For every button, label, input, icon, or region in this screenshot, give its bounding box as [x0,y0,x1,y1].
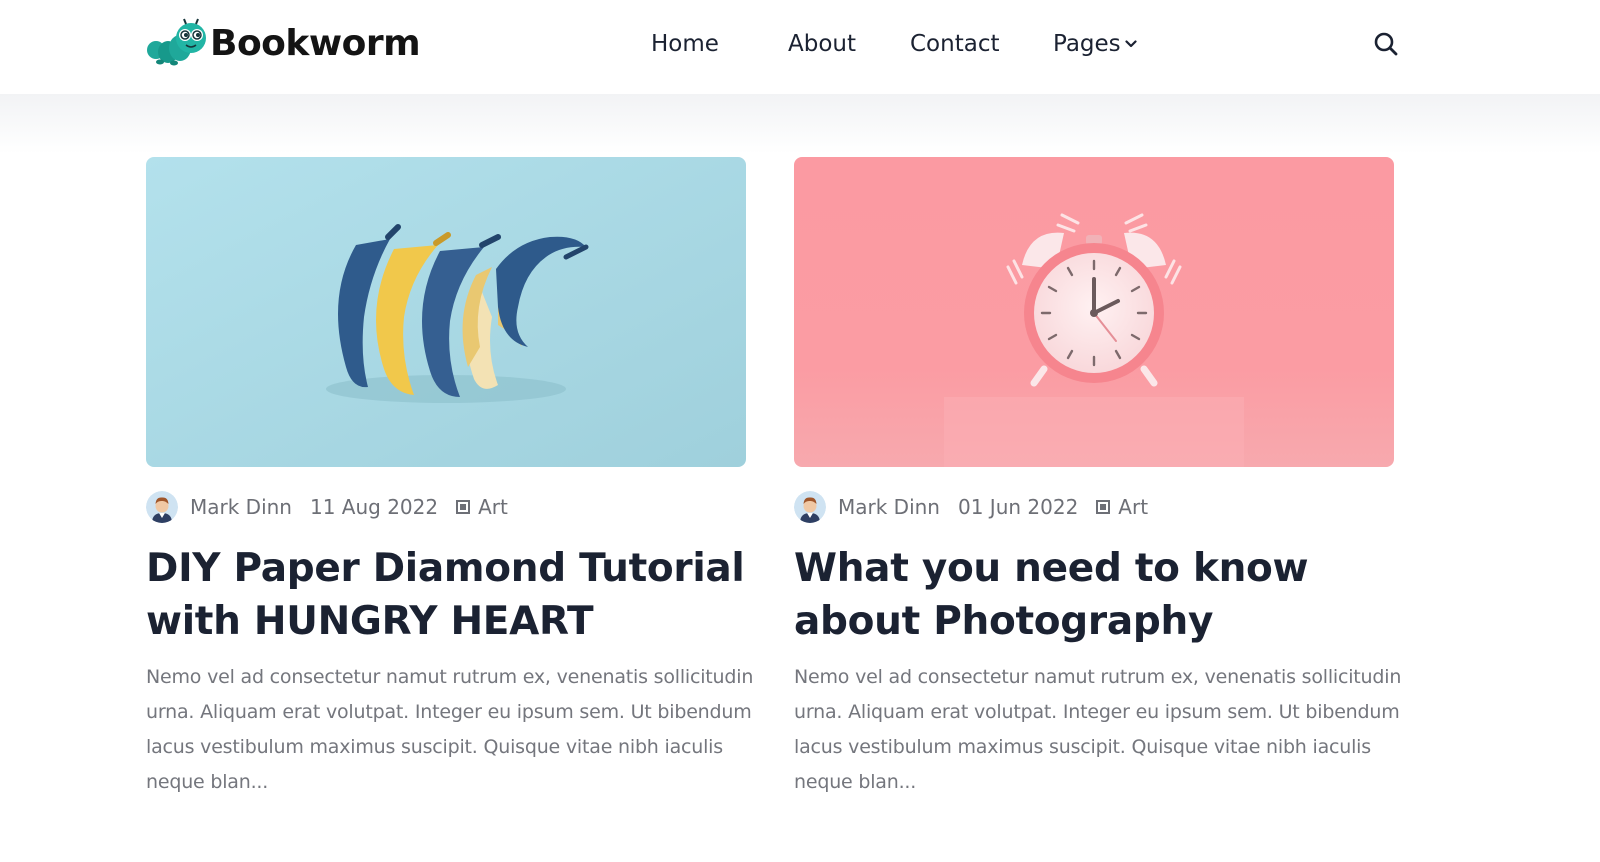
post-image-bananas[interactable] [146,157,746,467]
post-date: 01 Jun 2022 [957,495,1079,519]
author-avatar[interactable] [146,491,178,523]
post-excerpt: Nemo vel ad consectetur namut rutrum ex,… [146,666,754,793]
nav-home[interactable]: Home [651,26,719,62]
search-icon[interactable] [1372,30,1400,58]
post-title[interactable]: What you need to know about Photography [794,542,1419,648]
nav-about[interactable]: About [788,26,856,62]
post-meta: Mark Dinn 01 Jun 2022 Art [794,490,1148,524]
chevron-down-icon [1125,40,1137,48]
post-excerpt: Nemo vel ad consectetur namut rutrum ex,… [794,666,1402,793]
site-logo[interactable]: Bookworm [146,18,421,70]
post-card: Mark Dinn 01 Jun 2022 Art What you need … [794,157,1414,793]
post-category-label: Art [478,495,508,519]
post-card: Mark Dinn 11 Aug 2022 Art DIY Paper Diam… [146,157,766,793]
post-category-label: Art [1118,495,1149,519]
nav-pages-label: Pages [1053,31,1121,57]
post-image-alarm-clock[interactable] [794,157,1394,467]
bookworm-logo-icon [147,18,206,66]
site-header: Bookworm Home About Contact Pages [0,0,1600,94]
post-title[interactable]: DIY Paper Diamond Tutorial with HUNGRY H… [146,542,771,648]
nav-pages[interactable]: Pages [1053,26,1137,62]
category-icon [1096,500,1111,514]
post-category[interactable]: Art [1096,495,1148,519]
post-author[interactable]: Mark Dinn [190,495,292,519]
category-icon [456,500,471,514]
author-avatar[interactable] [794,491,826,523]
nav-contact[interactable]: Contact [910,26,999,62]
post-author[interactable]: Mark Dinn [838,495,940,519]
post-category[interactable]: Art [456,495,508,519]
post-meta: Mark Dinn 11 Aug 2022 Art [146,490,508,524]
brand-name: Bookworm [210,23,421,64]
header-shadow [0,94,1600,154]
post-date: 11 Aug 2022 [309,495,439,519]
